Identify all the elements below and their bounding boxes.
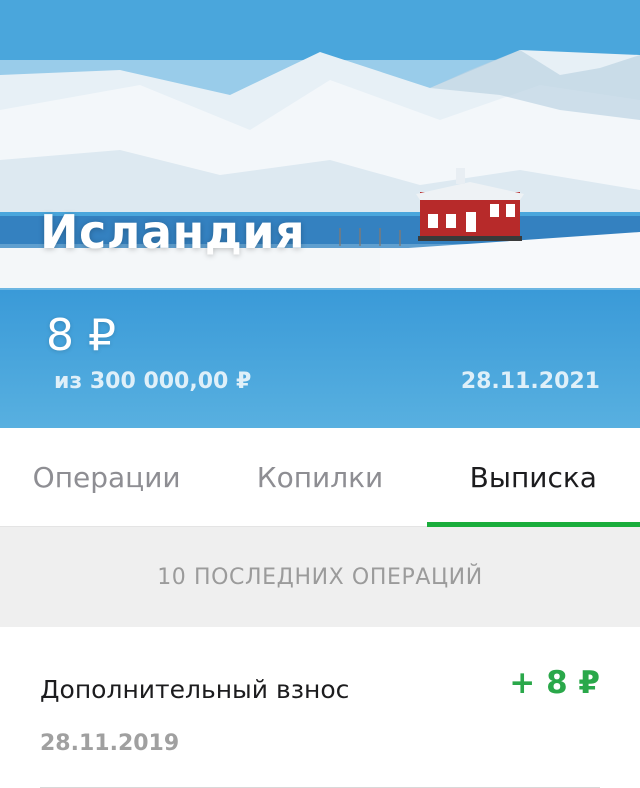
goal-header: Исландия 8 ₽ из 300 000,00 ₽ 28.11.2021 [0,0,640,428]
tab-bar: Операции Копилки Выписка [0,428,640,527]
tab-piggy-banks[interactable]: Копилки [213,428,426,526]
goal-balance: 8 ₽ [46,310,116,361]
operation-date: 28.11.2019 [40,731,180,756]
operation-title: Дополнительный взнос [40,675,350,704]
goal-target-date: 28.11.2021 [460,369,600,394]
tab-operations[interactable]: Операции [0,428,213,526]
operation-row[interactable]: Дополнительный взнос 28.11.2019 + 8 ₽ [40,627,600,788]
section-header: 10 ПОСЛЕДНИХ ОПЕРАЦИЙ [0,527,640,627]
tab-statement[interactable]: Выписка [426,428,640,527]
operation-amount: + 8 ₽ [509,665,600,701]
goal-target-amount: из 300 000,00 ₽ [54,369,252,394]
goal-title: Исландия [40,205,306,259]
